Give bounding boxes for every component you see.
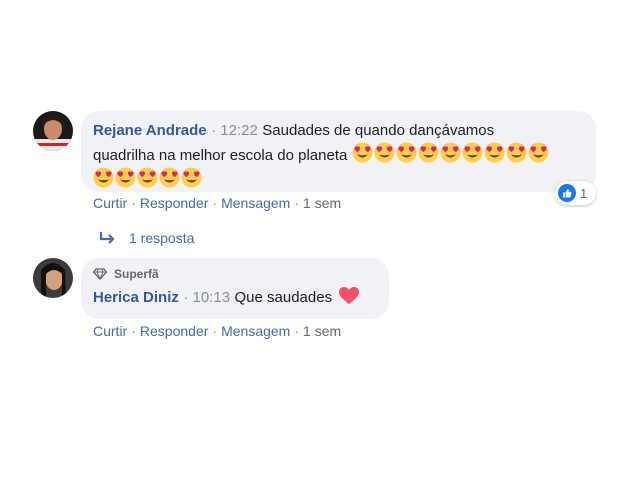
message-link[interactable]: Mensagem: [221, 195, 290, 211]
heart-eyes-emoji-icon: [528, 142, 549, 163]
comment-author[interactable]: Herica Diniz: [93, 289, 179, 306]
comment-actions: Curtir · Responder · Mensagem · 1 sem: [93, 323, 342, 339]
comment-text: quadrilha na melhor escola do planeta: [93, 147, 348, 164]
heart-eyes-emoji-icon: [396, 142, 417, 163]
reply-link[interactable]: Responder: [140, 323, 209, 339]
heart-eyes-emoji-icon: [484, 142, 505, 163]
heart-eyes-emoji-icon: [159, 167, 180, 188]
like-link[interactable]: Curtir: [93, 195, 127, 211]
avatar-rejane[interactable]: [33, 111, 73, 151]
view-replies-link[interactable]: 1 resposta: [98, 230, 194, 246]
replies-count-label: 1 resposta: [129, 230, 195, 246]
heart-eyes-emoji-icon: [137, 167, 158, 188]
comment-timestamp: · 12:22: [211, 122, 258, 139]
reply-arrow-icon: [98, 231, 116, 245]
message-link[interactable]: Mensagem: [221, 323, 290, 339]
comment-author[interactable]: Rejane Andrade: [93, 122, 207, 139]
emoji-group: [93, 167, 202, 188]
comment-actions: Curtir · Responder · Mensagem · 1 sem: [93, 195, 342, 211]
emoji-group: [352, 142, 549, 163]
comment-age[interactable]: 1 sem: [303, 323, 341, 339]
comment-bubble: Superfã Herica Diniz · 10:13 Que saudade…: [81, 258, 389, 319]
heart-eyes-emoji-icon: [418, 142, 439, 163]
heart-eyes-emoji-icon: [506, 142, 527, 163]
heart-eyes-emoji-icon: [181, 167, 202, 188]
reaction-summary[interactable]: 1: [555, 181, 596, 205]
like-icon: [558, 184, 576, 202]
heart-eyes-emoji-icon: [440, 142, 461, 163]
reaction-count: 1: [580, 185, 588, 201]
heart-eyes-emoji-icon: [462, 142, 483, 163]
like-link[interactable]: Curtir: [93, 323, 127, 339]
top-fan-badge: Superfã: [114, 267, 159, 281]
reply-link[interactable]: Responder: [140, 195, 209, 211]
diamond-icon: [92, 268, 108, 281]
heart-eyes-emoji-icon: [374, 142, 395, 163]
heart-eyes-emoji-icon: [115, 167, 136, 188]
avatar-herica[interactable]: [33, 258, 73, 298]
comment-text: Saudades de quando dançávamos: [262, 122, 495, 139]
heart-eyes-emoji-icon: [93, 167, 114, 188]
comment-timestamp: · 10:13: [183, 289, 231, 306]
heart-eyes-emoji-icon: [352, 142, 373, 163]
comment-text: Que saudades: [234, 289, 333, 306]
heart-emoji-icon: [338, 287, 359, 305]
comment-age[interactable]: 1 sem: [303, 195, 341, 211]
comment-bubble: Rejane Andrade · 12:22 Saudades de quand…: [81, 111, 596, 192]
